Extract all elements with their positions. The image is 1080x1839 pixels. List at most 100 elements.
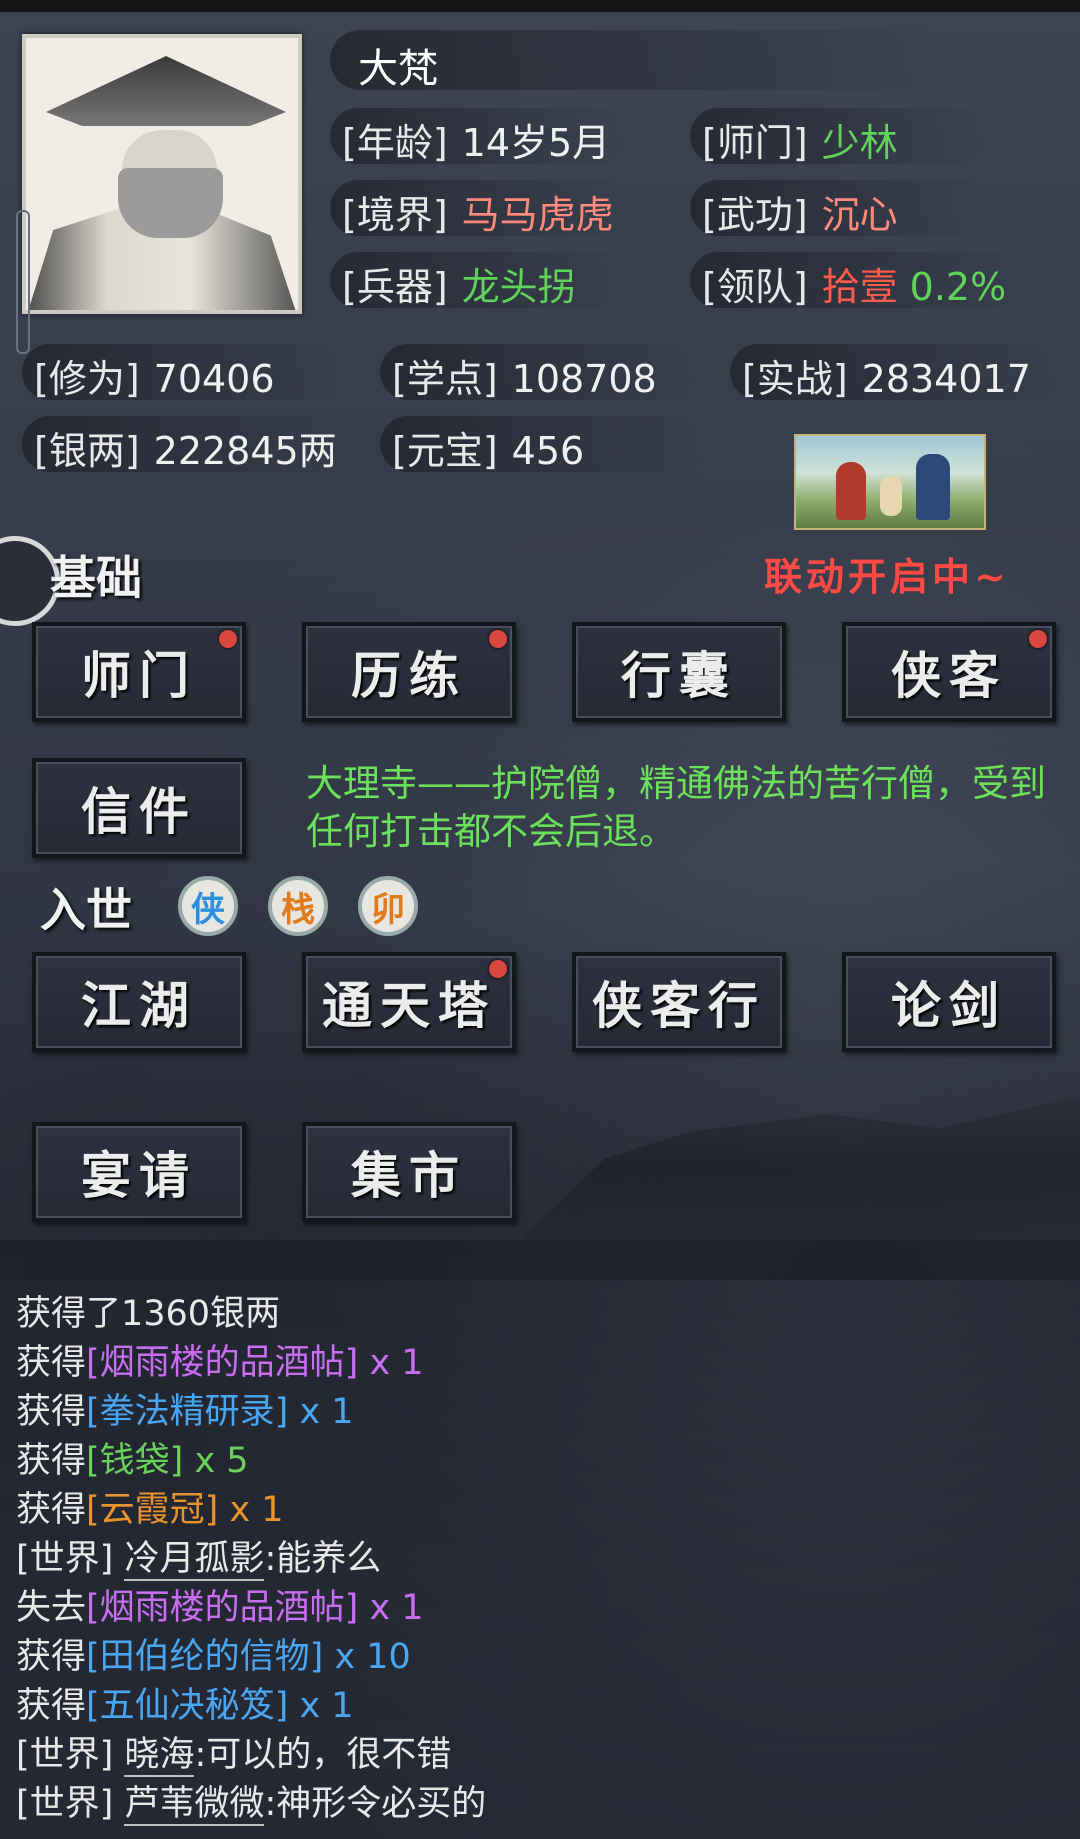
attr-realm-value: 马马虎虎 xyxy=(461,193,614,237)
hero-shortcut-icon[interactable]: 侠 xyxy=(178,876,238,936)
attr-team: [领队] 拾壹 0.2% xyxy=(702,256,1006,311)
log-line: [世界] 芦苇微微:神形令必买的 xyxy=(16,1780,1066,1828)
log-count: x 5 xyxy=(183,1441,249,1481)
log-player-name[interactable]: 芦苇微微 xyxy=(124,1784,265,1826)
log-count: x 1 xyxy=(358,1588,424,1628)
stat-silver-label: [银两] xyxy=(34,429,140,473)
log-message: :可以的，很不错 xyxy=(194,1735,452,1775)
status-bar xyxy=(0,0,1080,12)
notification-dot xyxy=(219,630,237,648)
attr-martial: [武功] 沉心 xyxy=(702,184,898,239)
attr-realm: [境界] 马马虎虎 xyxy=(342,184,614,239)
banner-figure xyxy=(880,476,902,516)
attr-realm-label: [境界] xyxy=(342,193,448,237)
collab-event-banner[interactable] xyxy=(794,434,986,530)
stat-study: [学点] 108708 xyxy=(392,348,657,403)
log-line: [世界] 冷月孤影:能养么 xyxy=(16,1535,1066,1583)
stat-study-value: 108708 xyxy=(511,357,657,401)
log-count: x 1 xyxy=(288,1392,354,1432)
button-school[interactable]: 师门 xyxy=(32,622,246,722)
mask-art xyxy=(118,168,223,238)
button-letters[interactable]: 信件 xyxy=(32,758,246,858)
attr-team-percent: 0.2% xyxy=(909,265,1007,309)
stat-combat-label: [实战] xyxy=(742,357,848,401)
attr-team-label: [领队] xyxy=(702,265,808,309)
side-scroll-indicator xyxy=(16,210,30,354)
log-item-link[interactable]: [钱袋] xyxy=(86,1441,183,1481)
section-title-world: 入世 xyxy=(40,883,132,937)
attr-martial-label: [武功] xyxy=(702,193,808,237)
log-channel: [世界] xyxy=(16,1735,125,1775)
stat-ingot-label: [元宝] xyxy=(392,429,498,473)
log-line: 获得[云霞冠] x 1 xyxy=(16,1486,1066,1534)
button-heroes[interactable]: 侠客 xyxy=(842,622,1056,722)
stat-silver: [银两] 222845两 xyxy=(34,420,337,475)
button-jianghu[interactable]: 江湖 xyxy=(32,952,246,1052)
log-item-link[interactable]: [云霞冠] xyxy=(86,1490,218,1530)
attr-school: [师门] 少林 xyxy=(702,112,898,167)
log-item-link[interactable]: [烟雨楼的品酒帖] xyxy=(86,1343,358,1383)
log-text: 获得 xyxy=(16,1686,87,1726)
collab-status-text[interactable]: 联动开启中~ xyxy=(764,546,1010,601)
stat-combat-value: 2834017 xyxy=(861,357,1031,401)
log-line: 获得[烟雨楼的品酒帖] x 1 xyxy=(16,1339,1066,1387)
log-text: 获得 xyxy=(16,1441,87,1481)
log-count: x 1 xyxy=(288,1686,354,1726)
button-hero-journey[interactable]: 侠客行 xyxy=(572,952,786,1052)
log-item-link[interactable]: [拳法精研录] xyxy=(86,1392,288,1432)
stat-cultivation: [修为] 70406 xyxy=(34,348,275,403)
button-banquet[interactable]: 宴请 xyxy=(32,1122,246,1222)
attr-age-value: 14岁5月 xyxy=(461,121,611,165)
notification-dot xyxy=(489,630,507,648)
attr-weapon: [兵器] 龙头拐 xyxy=(342,256,576,311)
log-item-link[interactable]: [五仙决秘笈] xyxy=(86,1686,288,1726)
log-line: 失去[烟雨楼的品酒帖] x 1 xyxy=(16,1584,1066,1632)
button-duel[interactable]: 论剑 xyxy=(842,952,1056,1052)
stat-combat: [实战] 2834017 xyxy=(742,348,1031,403)
character-portrait[interactable] xyxy=(22,34,302,314)
attr-school-label: [师门] xyxy=(702,121,808,165)
log-text: 获得了1360银两 xyxy=(16,1294,281,1334)
bamboo-hat-art xyxy=(46,56,286,126)
section-title-basic: 基础 xyxy=(50,551,142,605)
attr-team-value: 拾壹 xyxy=(821,265,898,309)
button-tower[interactable]: 通天塔 xyxy=(302,952,516,1052)
log-line: 获得[拳法精研录] x 1 xyxy=(16,1388,1066,1436)
log-count: x 1 xyxy=(358,1343,424,1383)
log-line: 获得[五仙决秘笈] x 1 xyxy=(16,1682,1066,1730)
attr-age-label: [年龄] xyxy=(342,121,448,165)
attr-weapon-value: 龙头拐 xyxy=(461,265,576,309)
log-message: :能养么 xyxy=(264,1539,382,1579)
attr-age: [年龄] 14岁5月 xyxy=(342,112,610,167)
log-line: [世界] 晓海:可以的，很不错 xyxy=(16,1731,1066,1779)
attr-school-value: 少林 xyxy=(821,121,898,165)
log-text: 获得 xyxy=(16,1392,87,1432)
inn-shortcut-icon[interactable]: 栈 xyxy=(268,876,328,936)
log-item-link[interactable]: [烟雨楼的品酒帖] xyxy=(86,1588,358,1628)
log-player-name[interactable]: 晓海 xyxy=(124,1735,195,1777)
log-text: 失去 xyxy=(16,1588,87,1628)
mao-shortcut-icon[interactable]: 卯 xyxy=(358,876,418,936)
attr-martial-value: 沉心 xyxy=(821,193,898,237)
log-count: x 10 xyxy=(323,1637,411,1677)
stat-ingot-value: 456 xyxy=(511,429,585,473)
notification-dot xyxy=(489,960,507,978)
attr-weapon-label: [兵器] xyxy=(342,265,448,309)
log-line: 获得[田伯纶的信物] x 10 xyxy=(16,1633,1066,1681)
log-player-name[interactable]: 冷月孤影 xyxy=(124,1539,265,1581)
log-count: x 1 xyxy=(218,1490,284,1530)
button-training[interactable]: 历练 xyxy=(302,622,516,722)
button-inventory[interactable]: 行囊 xyxy=(572,622,786,722)
log-message: :神形令必买的 xyxy=(264,1784,487,1824)
log-line: 获得[钱袋] x 5 xyxy=(16,1437,1066,1485)
stat-cultivation-value: 70406 xyxy=(153,357,275,401)
log-line: 获得了1360银两 xyxy=(16,1290,1066,1338)
button-market[interactable]: 集市 xyxy=(302,1122,516,1222)
log-item-link[interactable]: [田伯纶的信物] xyxy=(86,1637,323,1677)
banner-figure xyxy=(916,454,950,520)
character-description: 大理寺——护院僧，精通佛法的苦行僧，受到任何打击都不会后退。 xyxy=(306,762,1046,853)
log-channel: [世界] xyxy=(16,1539,125,1579)
log-text: 获得 xyxy=(16,1343,87,1383)
player-name: 大梵 xyxy=(358,46,438,92)
log-channel: [世界] xyxy=(16,1784,125,1824)
